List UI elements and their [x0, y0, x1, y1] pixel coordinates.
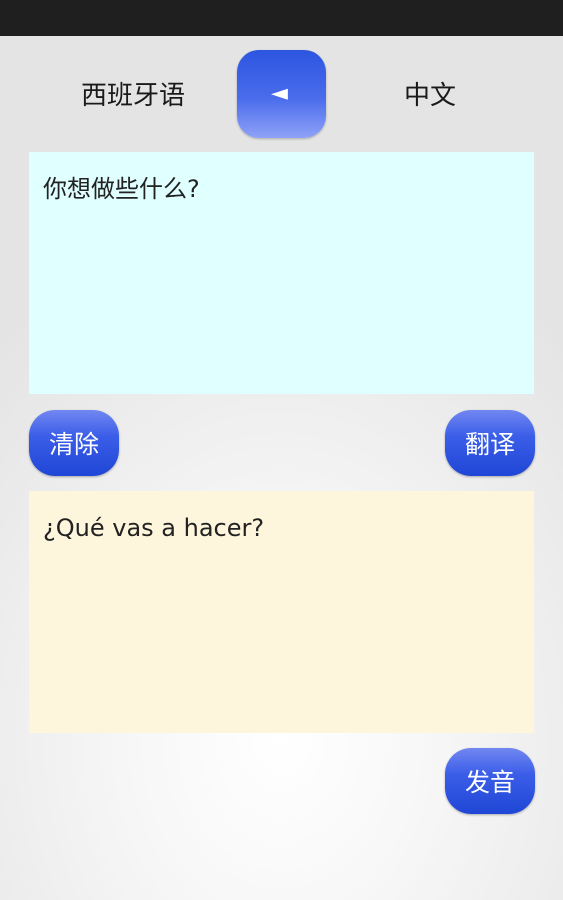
- status-bar: [0, 0, 563, 36]
- target-language-label[interactable]: 中文: [380, 76, 480, 116]
- left-arrow-icon: ◄: [271, 81, 288, 106]
- source-text-input[interactable]: 你想做些什么?: [29, 152, 534, 394]
- translation-output[interactable]: ¿Qué vas a hacer?: [29, 491, 534, 733]
- source-language-label[interactable]: 西班牙语: [58, 76, 208, 116]
- translate-button[interactable]: 翻译: [445, 410, 535, 476]
- clear-button[interactable]: 清除: [29, 410, 119, 476]
- speak-button[interactable]: 发音: [445, 748, 535, 814]
- swap-language-button[interactable]: ◄: [237, 50, 326, 138]
